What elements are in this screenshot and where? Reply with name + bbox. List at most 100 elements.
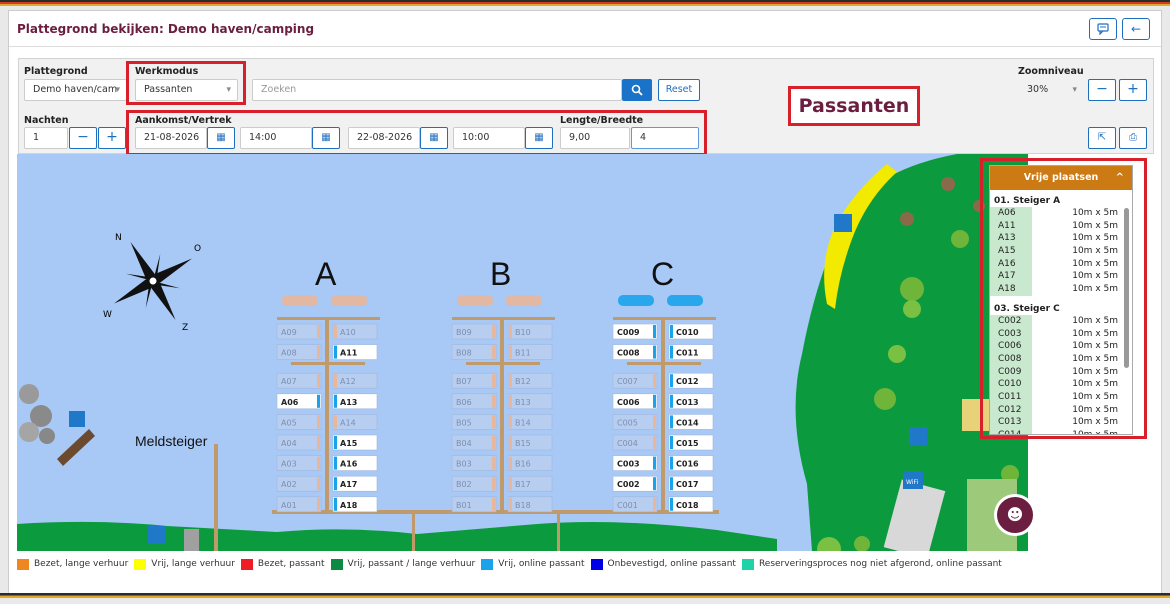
zoom-in-button[interactable]: + xyxy=(1119,79,1147,101)
berth-status-B16 xyxy=(509,456,512,470)
berth-status-B09 xyxy=(492,325,495,338)
berth-status-B12 xyxy=(509,374,512,388)
chevron-up-icon[interactable]: ^ xyxy=(1116,166,1124,190)
berth-status-A01 xyxy=(317,497,320,511)
free-spot-size: 10m x 5m xyxy=(1072,208,1118,218)
berth-label-A02: A02 xyxy=(281,480,297,489)
pier-stem-C xyxy=(661,320,665,510)
zoom-out-button[interactable]: − xyxy=(1088,79,1116,101)
berth-label-C017: C017 xyxy=(676,480,699,489)
free-spot-size: 10m x 5m xyxy=(1072,246,1118,257)
berth-status-A18 xyxy=(334,497,337,511)
wifi-label: WiFi xyxy=(906,479,918,486)
print-button[interactable]: ⎙ xyxy=(1119,127,1147,149)
free-spot-row[interactable]: C013 10m x 5m xyxy=(990,416,1132,429)
plattegrond-select[interactable]: Demo haven/cam xyxy=(24,79,127,101)
shore-bottom xyxy=(17,521,777,551)
free-spot-row[interactable]: C006 10m x 5m xyxy=(990,340,1132,353)
free-spot-size: 10m x 5m xyxy=(1072,220,1118,231)
berth-label-C016: C016 xyxy=(676,460,699,469)
free-spot-id: C011 xyxy=(990,390,1032,404)
free-spot-size: 10m x 5m xyxy=(1072,233,1118,244)
panel-scrollbar[interactable] xyxy=(1124,208,1129,368)
free-spot-size: 10m x 5m xyxy=(1072,366,1118,377)
free-spot-row[interactable]: A16 10m x 5m xyxy=(990,257,1132,271)
berth-label-B13: B13 xyxy=(515,398,531,407)
pier-cross-C xyxy=(627,362,701,365)
legend-item: Bezet, lange verhuur xyxy=(17,557,128,571)
legend-item: Vrij, lange verhuur xyxy=(134,557,235,571)
berth-label-C013: C013 xyxy=(676,398,699,407)
nachten-plus-button[interactable]: + xyxy=(98,127,126,149)
meldsteiger-pier xyxy=(214,444,218,551)
back-button[interactable]: ← xyxy=(1122,18,1150,40)
berth-status-A17 xyxy=(334,477,337,491)
free-spot-row[interactable]: C009 10m x 5m xyxy=(990,365,1132,379)
free-spot-id: A11 xyxy=(990,219,1032,233)
harbour-map: Meldsteiger N O W Z WiFi A A09 A08 A07 A… xyxy=(17,154,1028,551)
boat-icon xyxy=(618,295,654,306)
top-accent-stripe xyxy=(0,0,1170,6)
zoom-select[interactable]: 30% xyxy=(1018,79,1084,101)
free-spot-row[interactable]: C014 10m x 5m xyxy=(990,429,1132,434)
pier-stem-A xyxy=(325,320,329,510)
open-external-button[interactable]: ⇱ xyxy=(1088,127,1116,149)
free-spot-id: A18 xyxy=(990,283,1032,296)
free-spot-row[interactable]: C003 10m x 5m xyxy=(990,327,1132,341)
berth-label-B11: B11 xyxy=(515,349,531,358)
pier-cross-B xyxy=(466,362,540,365)
free-spot-row[interactable]: C008 10m x 5m xyxy=(990,352,1132,366)
berth-label-C011: C011 xyxy=(676,349,699,358)
berth-label-C008: C008 xyxy=(617,349,640,358)
search-input[interactable]: Zoeken xyxy=(252,79,622,101)
berth-status-A03 xyxy=(317,456,320,470)
legend: Bezet, lange verhuur Vrij, lange verhuur B… xyxy=(17,557,1008,571)
legend-swatch xyxy=(17,558,29,570)
free-spot-id: C014 xyxy=(990,429,1032,434)
free-spots-header[interactable]: Vrije plaatsen ^ xyxy=(990,166,1132,190)
free-spot-row[interactable]: A18 10m x 5m xyxy=(990,283,1132,296)
berth-status-B15 xyxy=(509,436,512,449)
legend-swatch xyxy=(481,558,494,570)
berth-label-A03: A03 xyxy=(281,460,297,469)
legend-label: Onbevestigd, online passant xyxy=(607,559,736,569)
chatbot-avatar[interactable]: ☻ xyxy=(994,494,1036,536)
free-spots-title: Vrije plaatsen xyxy=(1023,172,1099,183)
free-spot-row[interactable]: C011 10m x 5m xyxy=(990,390,1132,404)
berth-status-C010 xyxy=(670,325,673,338)
legend-label: Bezet, passant xyxy=(257,559,325,569)
berth-status-B03 xyxy=(492,456,495,470)
comment-button[interactable] xyxy=(1089,18,1117,40)
search-button[interactable] xyxy=(622,79,652,101)
nachten-minus-button[interactable]: − xyxy=(69,127,97,149)
berth-status-B17 xyxy=(509,477,512,491)
free-spot-id: C010 xyxy=(990,378,1032,391)
free-spot-row[interactable]: C010 10m x 5m xyxy=(990,378,1132,391)
free-spot-row[interactable]: A11 10m x 5m xyxy=(990,219,1132,233)
pier-label-B: B xyxy=(490,256,511,292)
berth-status-A16 xyxy=(334,456,337,470)
berth-label-B05: B05 xyxy=(456,418,472,427)
free-spot-id: A13 xyxy=(990,232,1032,246)
free-spot-row[interactable]: A15 10m x 5m xyxy=(990,245,1132,258)
berth-label-C001: C001 xyxy=(617,501,638,510)
free-spot-row[interactable]: A17 10m x 5m xyxy=(990,270,1132,284)
nachten-input[interactable]: 1 xyxy=(24,127,68,149)
berth-status-C003 xyxy=(653,456,656,470)
boat-icon xyxy=(506,295,542,306)
free-spot-id: A15 xyxy=(990,245,1032,258)
dates-size-highlight xyxy=(126,110,707,156)
free-spot-row[interactable]: A06 10m x 5m xyxy=(990,207,1132,220)
reset-button[interactable]: Reset xyxy=(658,79,700,101)
legend-swatch xyxy=(330,558,343,570)
free-spot-row[interactable]: A13 10m x 5m xyxy=(990,232,1132,246)
berth-label-A07: A07 xyxy=(281,377,297,386)
free-spot-row[interactable]: C002 10m x 5m xyxy=(990,314,1132,328)
legend-swatch xyxy=(590,558,603,570)
free-spot-row[interactable]: C012 10m x 5m xyxy=(990,403,1132,417)
berth-label-A05: A05 xyxy=(281,418,297,427)
berth-label-A08: A08 xyxy=(281,349,297,358)
berth-status-C002 xyxy=(653,477,656,491)
berth-label-C018: C018 xyxy=(676,501,699,510)
legend-item: Bezet, passant xyxy=(240,557,325,571)
